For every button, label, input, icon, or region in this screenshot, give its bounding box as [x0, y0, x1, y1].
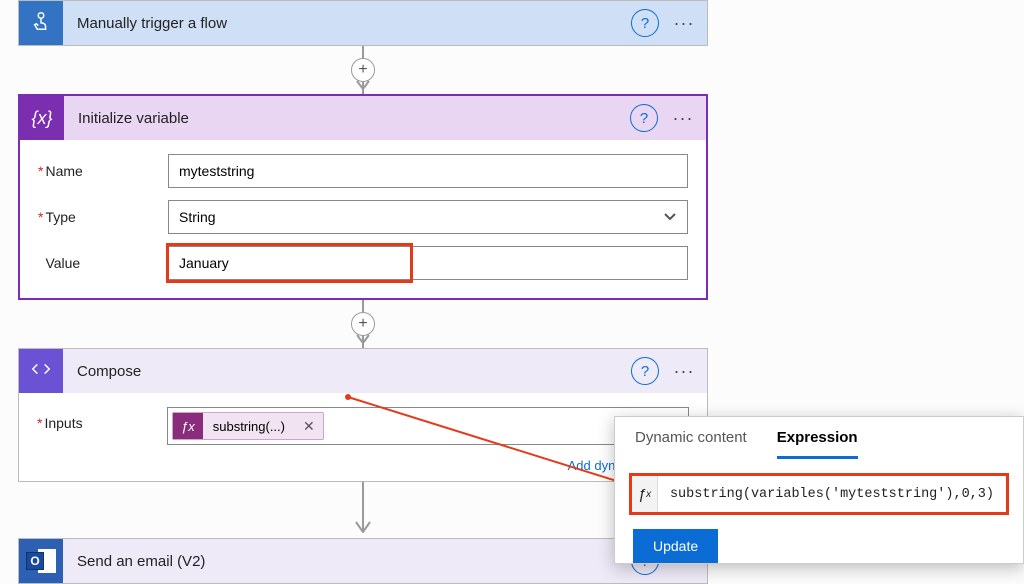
update-button[interactable]: Update — [633, 529, 718, 563]
type-value: String — [179, 209, 216, 225]
name-label: *Name — [38, 163, 168, 179]
tab-expression[interactable]: Expression — [777, 429, 858, 459]
compose-card[interactable]: Compose ? ··· *Inputs ƒx substring(...) … — [18, 348, 708, 482]
compose-icon — [19, 349, 63, 393]
expression-token[interactable]: ƒx substring(...) ✕ — [172, 412, 324, 440]
compose-title: Compose — [63, 363, 631, 380]
connector-3 — [18, 482, 708, 538]
token-remove-icon[interactable]: ✕ — [295, 418, 323, 435]
outlook-icon: O — [19, 539, 63, 583]
help-icon[interactable]: ? — [631, 9, 659, 37]
email-title: Send an email (V2) — [63, 553, 631, 570]
more-icon[interactable]: ··· — [668, 108, 698, 129]
add-step-button[interactable]: + — [351, 312, 375, 336]
send-email-card[interactable]: O Send an email (V2) ? ··· — [18, 538, 708, 584]
connector-2: + — [18, 300, 708, 348]
type-label: *Type — [38, 209, 168, 225]
fx-icon: ƒx — [632, 476, 658, 512]
value-input[interactable]: January — [168, 246, 688, 280]
init-title: Initialize variable — [64, 110, 630, 127]
initialize-variable-card[interactable]: {x} Initialize variable ? ··· *Name myte… — [18, 94, 708, 300]
inputs-label: *Inputs — [37, 407, 167, 431]
fx-icon: ƒx — [173, 413, 203, 439]
tab-dynamic-content[interactable]: Dynamic content — [635, 429, 747, 459]
type-select[interactable]: String — [168, 200, 688, 234]
more-icon[interactable]: ··· — [669, 13, 699, 34]
trigger-title: Manually trigger a flow — [63, 15, 631, 32]
help-icon[interactable]: ? — [631, 357, 659, 385]
value-highlight: January — [166, 243, 413, 283]
trigger-card[interactable]: Manually trigger a flow ? ··· — [18, 0, 708, 46]
token-label: substring(...) — [203, 419, 295, 434]
inputs-field[interactable]: ƒx substring(...) ✕ — [167, 407, 689, 445]
add-step-button[interactable]: + — [351, 58, 375, 82]
name-input[interactable]: myteststring — [168, 154, 688, 188]
expression-input-highlight: ƒx substring(variables('myteststring'),0… — [629, 473, 1009, 515]
touch-icon — [19, 1, 63, 45]
connector-1: + — [18, 46, 708, 94]
chevron-down-icon — [663, 209, 677, 226]
help-icon[interactable]: ? — [630, 104, 658, 132]
expression-input[interactable]: substring(variables('myteststring'),0,3) — [658, 487, 1006, 502]
variable-icon: {x} — [20, 96, 64, 140]
value-label: *Value — [38, 255, 168, 271]
expression-popover: Dynamic content Expression ƒx substring(… — [614, 416, 1024, 564]
more-icon[interactable]: ··· — [669, 361, 699, 382]
